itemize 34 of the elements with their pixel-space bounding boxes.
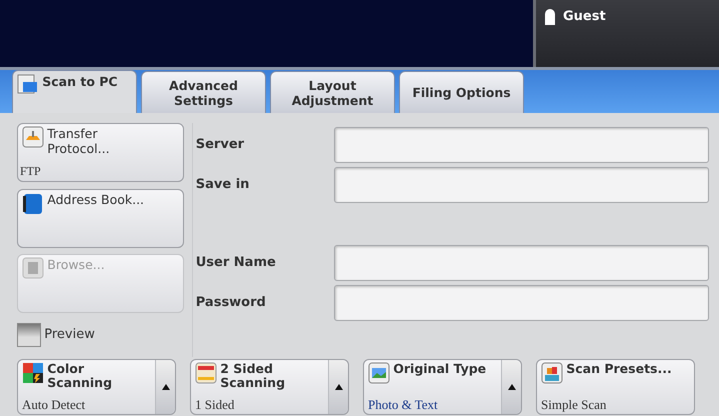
tab[interactable]: Scan to PC (12, 70, 137, 113)
tab[interactable]: Layout Adjustment (270, 71, 395, 113)
up-arrow-icon[interactable] (334, 384, 342, 390)
folder-icon (22, 257, 44, 279)
feature-button[interactable]: Color Scanning Auto Detect (17, 358, 176, 414)
up-arrow-icon[interactable] (162, 384, 170, 390)
user-panel[interactable]: Guest (533, 0, 719, 67)
input-field[interactable] (334, 127, 709, 163)
field-label: User Name (196, 254, 276, 272)
side-button[interactable]: Address Book... (17, 188, 184, 248)
book-icon (22, 192, 44, 214)
computer-icon (17, 74, 39, 96)
field-label: Save in (196, 176, 250, 194)
field-label: Password (196, 294, 266, 312)
color-grid-icon (22, 362, 44, 384)
checkbox-label: Preview (44, 326, 95, 344)
input-field[interactable] (334, 167, 709, 203)
side-button[interactable]: Transfer Protocol... FTP (17, 123, 184, 182)
field-label: Server (196, 136, 244, 154)
picture-icon (368, 362, 390, 384)
user-name: Guest (563, 8, 606, 26)
feature-button[interactable]: Original Type Photo & Text (363, 358, 522, 414)
up-arrow-icon[interactable] (508, 384, 516, 390)
feature-button[interactable]: 2 Sided Scanning 1 Sided (190, 358, 349, 414)
feature-button[interactable]: Scan Presets... Simple Scan (536, 358, 695, 414)
input-field[interactable] (334, 245, 709, 281)
presets-icon (541, 362, 563, 384)
checkbox[interactable] (17, 322, 41, 347)
tab[interactable]: Advanced Settings (141, 71, 266, 113)
pages-icon (195, 362, 217, 384)
user-icon (542, 6, 556, 24)
input-field[interactable] (334, 285, 709, 321)
tab[interactable]: Filing Options (399, 71, 524, 113)
protocol-icon (22, 126, 44, 148)
